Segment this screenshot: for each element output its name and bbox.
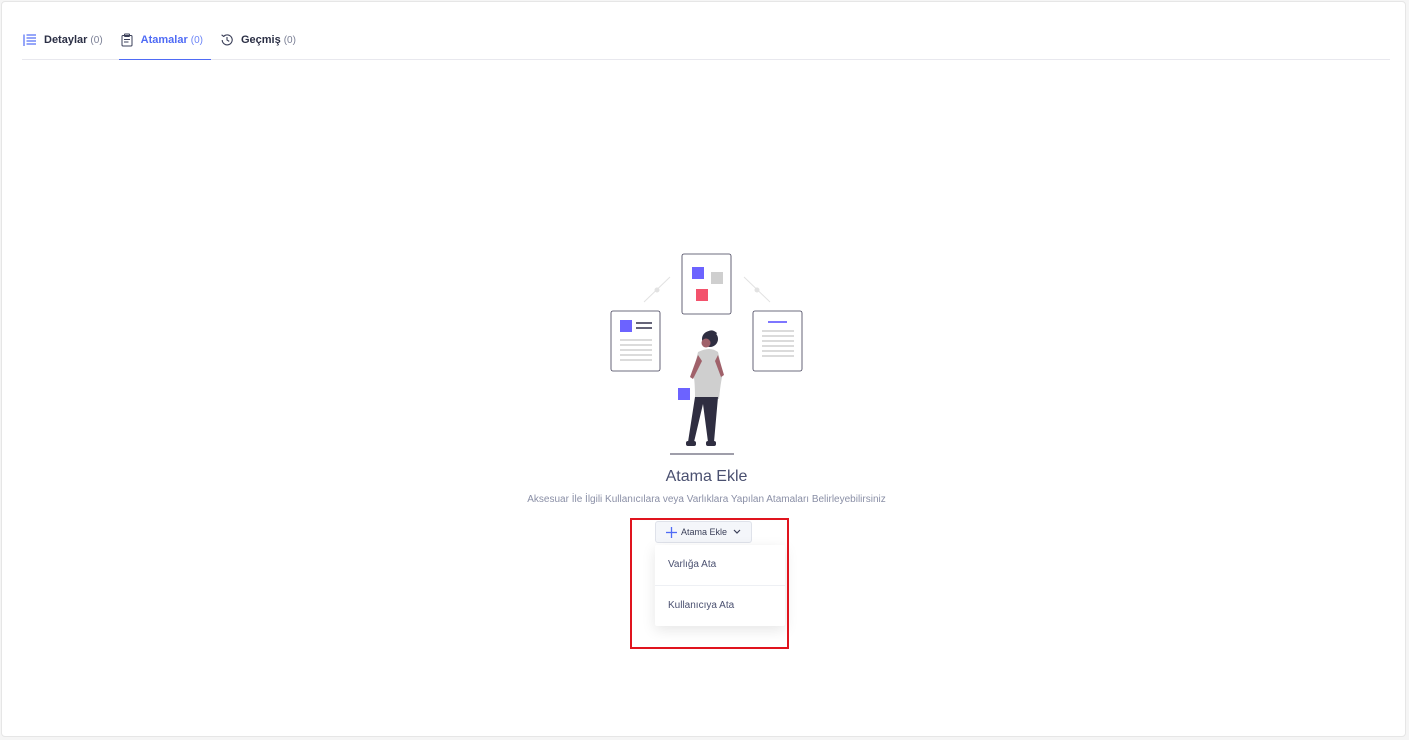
tab-history-count: (0) [283,34,296,46]
assignment-clipboard-icon [119,32,135,48]
tab-assignments[interactable]: Atamalar (0) [118,22,212,60]
menu-item-assign-to-asset[interactable]: Varlığa Ata [655,545,785,585]
tab-bar: Detaylar (0) Atamalar (0) Geçmiş (0) [22,22,1390,60]
plus-icon [666,526,677,538]
tab-details-label: Detaylar [44,34,88,46]
add-assignment-menu: Varlığa Ata Kullanıcıya Ata [655,545,785,626]
tab-details-count: (0) [90,34,103,46]
list-icon [22,32,38,48]
tab-history[interactable]: Geçmiş (0) [219,22,304,58]
chevron-down-icon [733,529,741,535]
tab-assignments-label: Atamalar [140,34,188,46]
history-clock-icon [219,32,235,48]
empty-state-title: Atama Ekle [665,468,748,485]
tab-assignments-count: (0) [190,34,203,46]
menu-item-assign-to-user[interactable]: Kullanıcıya Ata [655,585,785,626]
add-assignment-button-label: Atama Ekle [681,527,728,537]
tab-details[interactable]: Detaylar (0) [22,22,111,58]
add-assignment-dropdown: Atama Ekle Varlığa Ata Kullanıcıya Ata [655,521,803,626]
add-assignment-button[interactable]: Atama Ekle [655,521,753,543]
tab-history-label: Geçmiş [240,34,281,46]
empty-state-subtitle: Aksesuar İle İlgili Kullanıcılara veya V… [527,494,886,505]
assignments-panel: Detaylar (0) Atamalar (0) Geçmiş (0) Ata… [1,1,1406,737]
empty-state-illustration [610,253,803,455]
